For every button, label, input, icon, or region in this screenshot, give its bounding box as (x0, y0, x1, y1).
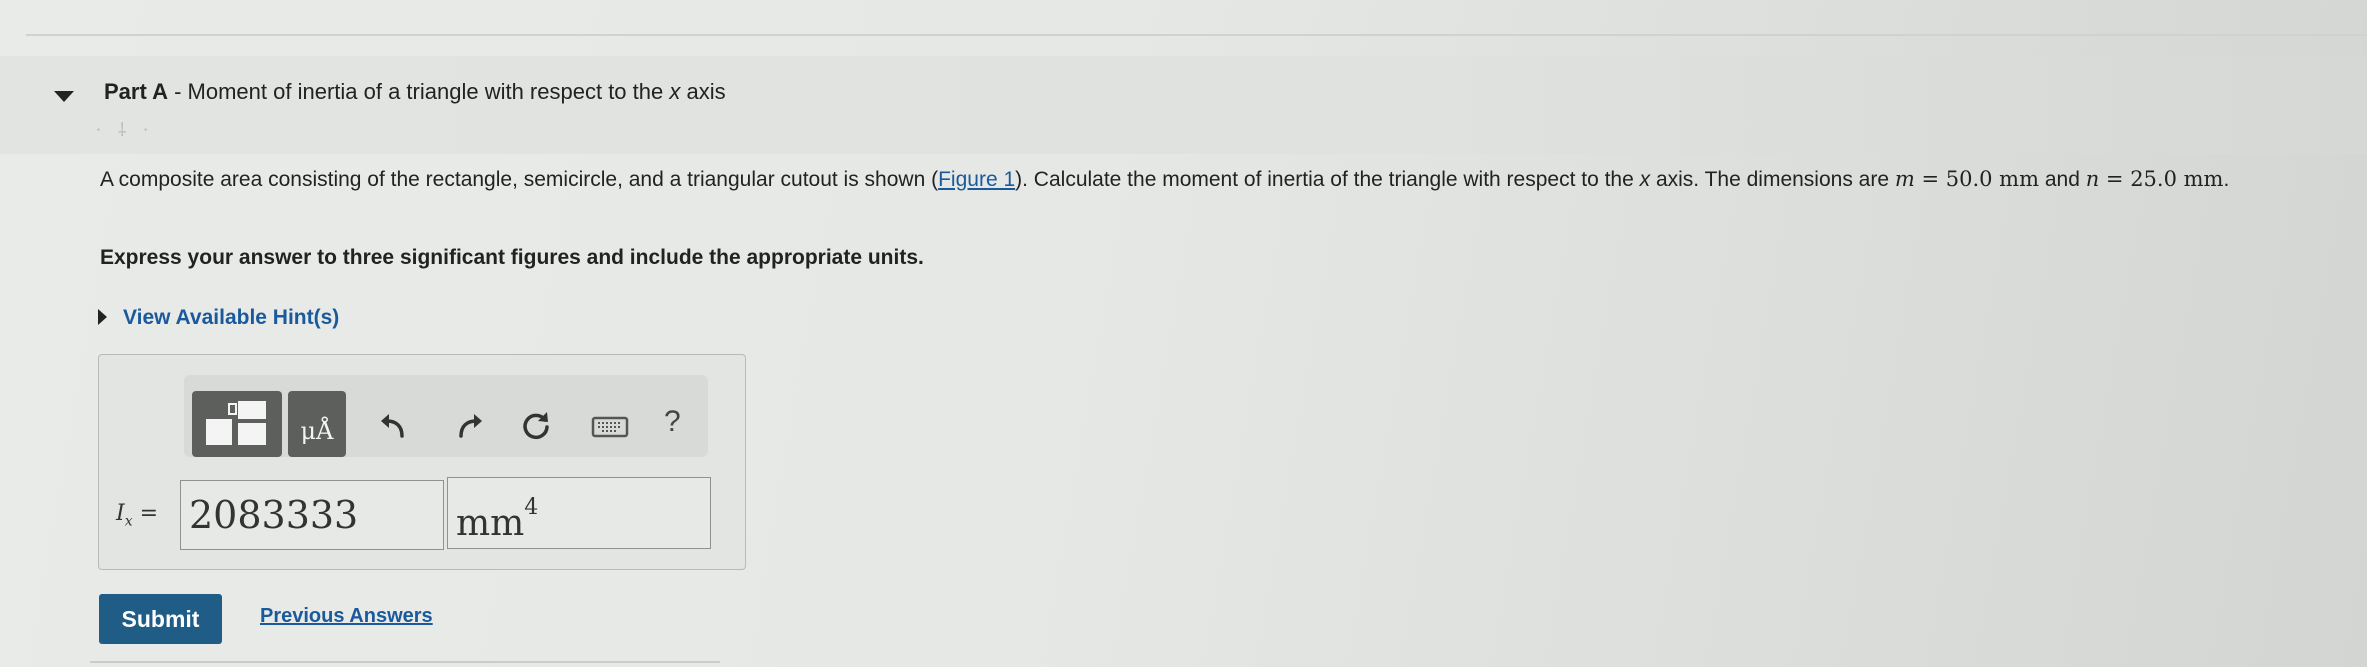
previous-answers-link[interactable]: Previous Answers (260, 605, 433, 628)
bottom-divider (90, 661, 720, 663)
question-text-part: and (2039, 168, 2086, 191)
dimension-m: m = 50.0 mm (1895, 167, 2039, 191)
n-value: = 25.0 mm (2099, 167, 2224, 191)
view-hints-label: View Available Hint(s) (123, 306, 340, 329)
question-text: A composite area consisting of the recta… (100, 162, 2340, 197)
question-text-part: axis. The dimensions are (1650, 168, 1895, 191)
part-title-separator: - (167, 79, 188, 104)
question-axis: x (1639, 168, 1651, 191)
m-variable: m (1894, 167, 1915, 191)
pencil-scribble-mark: ⸱ ⸸ ⸱ (96, 120, 155, 140)
question-text-part: ). Calculate the moment of inertia of th… (1015, 168, 1640, 191)
answer-variable: I (116, 501, 125, 526)
unit-exponent: 4 (524, 495, 539, 520)
templates-icon[interactable] (192, 391, 282, 457)
figure-link[interactable]: Figure 1 (938, 168, 1015, 191)
part-header (0, 56, 2367, 154)
units-icon[interactable]: μÅ (288, 391, 346, 457)
answer-instruction: Express your answer to three significant… (100, 246, 924, 269)
reset-icon[interactable] (518, 408, 554, 444)
submit-button[interactable]: Submit (99, 594, 222, 644)
part-title-axis: x (669, 79, 681, 104)
n-variable: n (2085, 167, 2100, 191)
part-title[interactable]: Part A - Moment of inertia of a triangle… (104, 79, 726, 105)
answer-variable-subscript: x (124, 513, 133, 530)
undo-icon[interactable] (375, 408, 411, 444)
unit-text: mm (456, 503, 525, 544)
keyboard-icon[interactable] (590, 408, 630, 444)
answer-unit-input[interactable]: mm4 (447, 477, 711, 549)
help-icon[interactable]: ? (664, 405, 681, 439)
question-text-part: A composite area consisting of the recta… (100, 168, 939, 191)
expand-caret-icon (98, 309, 107, 325)
m-value: = 50.0 mm (1914, 167, 2039, 191)
top-divider (26, 34, 2367, 36)
part-title-text: Moment of inertia of a triangle with res… (187, 79, 670, 104)
redo-icon[interactable] (452, 408, 488, 444)
part-label: Part A (104, 79, 168, 104)
part-title-suffix: axis (680, 79, 726, 104)
answer-value-input[interactable]: 2083333 (180, 480, 444, 550)
question-text-part: . (2223, 168, 2230, 191)
answer-variable-label: Ix = (116, 501, 158, 529)
view-hints-link[interactable]: View Available Hint(s) (98, 306, 339, 330)
answer-equals: = (132, 501, 159, 526)
dimension-n: n = 25.0 mm (2086, 167, 2224, 191)
collapse-part-caret-icon[interactable] (54, 91, 74, 102)
